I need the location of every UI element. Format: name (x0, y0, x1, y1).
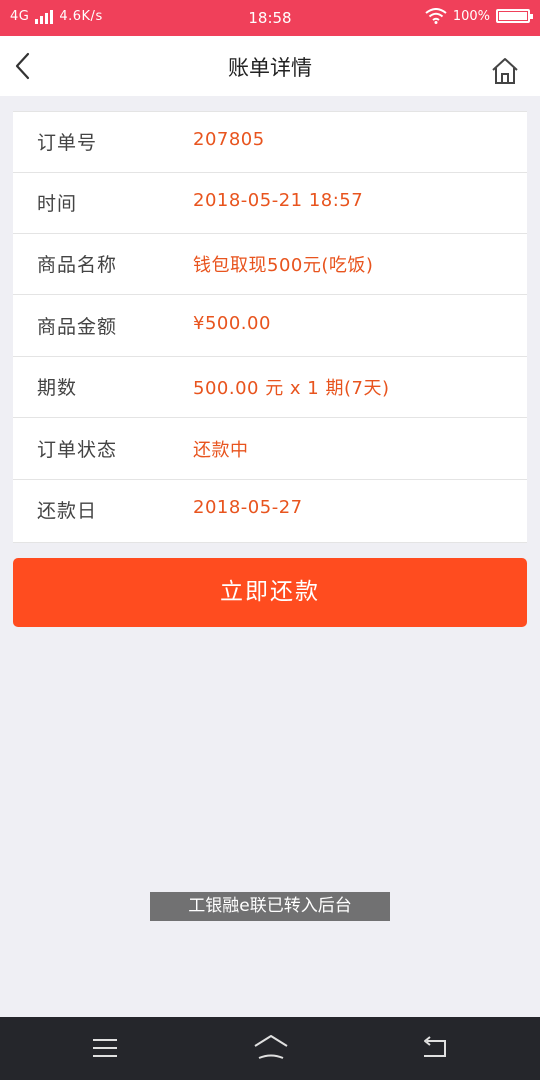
detail-value: ¥500.00 (193, 313, 271, 334)
detail-label: 订单状态 (37, 439, 118, 461)
chevron-left-icon (15, 52, 30, 80)
detail-row-product-amount: 商品金额 ¥500.00 (13, 296, 527, 357)
detail-value: 钱包取现500元(吃饭) (193, 255, 374, 276)
system-nav-bar (0, 1017, 540, 1080)
detail-label: 还款日 (37, 500, 98, 522)
detail-row-installments: 期数 500.00 元 x 1 期(7天) (13, 357, 527, 418)
detail-row-order-number: 订单号 207805 (13, 112, 527, 173)
detail-row-time: 时间 2018-05-21 18:57 (13, 173, 527, 234)
detail-label: 商品名称 (37, 254, 118, 276)
detail-row-product-name: 商品名称 钱包取现500元(吃饭) (13, 234, 527, 295)
detail-value: 2018-05-21 18:57 (193, 190, 364, 211)
home-icon (492, 58, 518, 84)
header-bar: 账单详情 (0, 36, 540, 96)
back-system-button[interactable] (418, 1033, 450, 1063)
menu-button[interactable] (89, 1033, 121, 1063)
page-title: 账单详情 (228, 56, 312, 80)
detail-row-repayment-date: 还款日 2018-05-27 (13, 480, 527, 541)
detail-value: 207805 (193, 129, 265, 150)
battery-percent: 100% (452, 8, 490, 24)
repay-now-button[interactable]: 立即还款 (13, 558, 527, 627)
detail-value: 还款中 (193, 440, 249, 461)
return-icon (424, 1036, 446, 1057)
menu-icon (93, 1039, 117, 1057)
detail-label: 期数 (37, 377, 78, 399)
status-bar: 4G 4.6K/s 18:58 100% (0, 0, 540, 36)
detail-label: 订单号 (37, 132, 98, 154)
home-system-button[interactable] (253, 1033, 288, 1063)
wifi-icon (425, 8, 447, 24)
toast-message: 工银融e联已转入后台 (150, 892, 390, 921)
battery-icon (496, 9, 533, 23)
detail-value: 2018-05-27 (193, 497, 303, 518)
detail-value: 500.00 元 x 1 期(7天) (193, 378, 390, 399)
home-button[interactable] (490, 56, 520, 86)
status-right: 100% (425, 8, 533, 24)
back-button[interactable] (10, 50, 40, 82)
bill-detail-card: 订单号 207805 时间 2018-05-21 18:57 商品名称 钱包取现… (13, 111, 527, 543)
detail-label: 时间 (37, 193, 78, 215)
house-outline-icon (254, 1035, 288, 1059)
detail-row-order-status: 订单状态 还款中 (13, 419, 527, 480)
detail-label: 商品金额 (37, 316, 118, 338)
